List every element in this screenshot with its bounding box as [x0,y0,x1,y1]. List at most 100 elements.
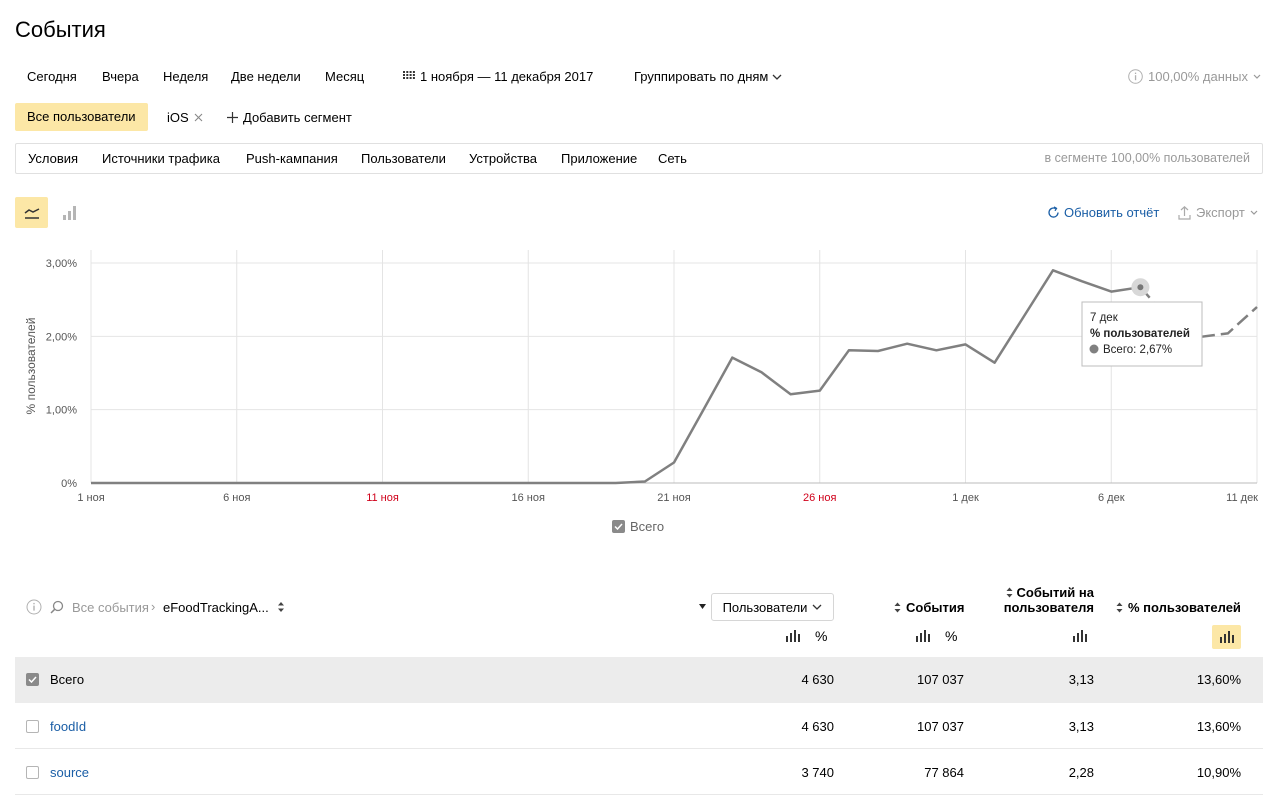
row-pct-users: 10,90% [1196,765,1241,780]
breadcrumb-root[interactable]: Все события [72,600,149,615]
column-chart-toggle-active[interactable] [1212,625,1241,649]
tab-conditions[interactable]: Условия [28,151,78,166]
row-events: 107 037 [917,719,964,734]
y-tick-label: 3,00% [46,258,77,270]
check-icon [614,523,623,530]
tab-application[interactable]: Приложение [561,151,637,166]
period-month[interactable]: Месяц [325,69,364,84]
tab-devices[interactable]: Устройства [469,151,537,166]
y-tick-label: 1,00% [46,405,77,417]
y-tick-label: 2,00% [46,331,77,343]
group-by-label: Группировать по дням [634,69,769,84]
refresh-report-button[interactable]: Обновить отчёт [1047,205,1159,220]
column-percent-toggle[interactable]: % [945,628,957,644]
page-title: События [15,17,106,42]
row-events-per-user: 2,28 [1068,765,1094,780]
row-users: 3 740 [801,765,834,780]
table-row[interactable]: source 3 740 77 864 2,28 10,90% [15,749,1263,795]
x-tick-label: 6 ноя [223,492,250,504]
breadcrumb-separator: › [151,599,156,614]
add-segment-button[interactable]: Добавить сегмент [227,110,352,125]
chevron-down-icon [772,74,782,80]
x-tick-label: 1 ноя [77,492,104,504]
column-percent-toggle[interactable]: % [815,628,827,644]
tab-push-campaign[interactable]: Push-кампания [246,151,338,166]
search-icon[interactable] [50,600,64,614]
group-by-dropdown[interactable]: Группировать по дням [634,69,782,84]
metric-select[interactable]: Пользователи [711,593,834,621]
row-events: 107 037 [917,672,964,687]
export-dropdown[interactable]: Экспорт [1178,205,1258,220]
tooltip-value: Всего: 2,67% [1103,344,1172,356]
row-users: 4 630 [801,719,834,734]
tooltip-series-marker [1089,344,1099,354]
sort-icon [1006,587,1013,598]
table-row[interactable]: Всего 4 630 107 037 3,13 13,60% [15,657,1263,703]
segment-ios[interactable]: iOS [167,110,203,125]
date-range-picker[interactable]: 1 ноября — 11 декабря 2017 [403,69,593,84]
segment-ios-label: iOS [167,110,189,125]
line-chart-toggle[interactable] [15,197,48,228]
chevron-down-icon [1253,74,1261,79]
tab-traffic-sources[interactable]: Источники трафика [102,151,220,166]
x-tick-label: 16 ноя [512,492,545,504]
period-week[interactable]: Неделя [163,69,208,84]
breadcrumb-current[interactable]: eFoodTrackingA... [163,600,269,615]
y-tick-label: 0% [61,478,77,490]
close-icon[interactable] [194,113,203,122]
column-events[interactable]: События [894,600,964,615]
hover-point [1137,284,1144,291]
line-chart: 0% 1,00% 2,00% 3,00% 1 ноя 6 ноя 11 ноя 16 ноя 2… [24,250,1258,504]
period-yesterday[interactable]: Вчера [102,69,139,84]
x-tick-label: 11 дек [1226,492,1258,504]
x-tick-label: 11 ноя [366,492,399,504]
table-row[interactable]: foodId 4 630 107 037 3,13 13,60% [15,703,1263,749]
date-range-label: 1 ноября — 11 декабря 2017 [420,69,594,84]
info-icon[interactable] [26,599,42,615]
segment-all-users[interactable]: Все пользователи [15,103,148,131]
legend-item-total[interactable]: Всего [612,519,664,534]
upload-icon [1178,205,1191,220]
data-sample-label: 100,00% данных [1148,69,1248,84]
plus-icon [227,112,238,123]
row-checkbox[interactable] [26,766,39,779]
row-events: 77 864 [924,765,964,780]
sort-icon [894,602,901,613]
add-segment-label: Добавить сегмент [243,110,352,125]
line-chart-icon [24,207,39,219]
column-chart-icon[interactable] [916,630,930,642]
refresh-report-label: Обновить отчёт [1064,205,1160,220]
column-events-label: События [906,600,965,615]
row-users: 4 630 [801,672,834,687]
row-pct-users: 13,60% [1196,719,1241,734]
column-events-per-user[interactable]: Событий на пользователя [1002,585,1094,615]
column-pct-users-label: % пользователей [1128,600,1241,615]
sort-icon[interactable] [277,601,285,613]
row-name-link[interactable]: foodId [50,719,86,734]
period-today[interactable]: Сегодня [27,69,77,84]
row-events-per-user: 3,13 [1068,672,1094,687]
period-two-weeks[interactable]: Две недели [231,69,301,84]
chevron-down-icon [1250,210,1258,215]
row-name-link[interactable]: source [50,765,89,780]
check-icon [28,676,37,683]
tooltip-metric: % пользователей [1090,328,1190,340]
bar-chart-toggle[interactable] [53,197,86,228]
column-chart-icon [1219,631,1234,643]
refresh-icon [1048,206,1059,218]
row-checkbox[interactable] [26,673,39,686]
chevron-down-icon [812,604,822,610]
data-sample-dropdown[interactable]: 100,00% данных [1128,69,1261,84]
legend-checkbox[interactable] [612,520,625,533]
column-chart-icon[interactable] [1073,630,1087,642]
segment-info: в сегменте 100,00% пользователей [1044,151,1250,165]
tab-users[interactable]: Пользователи [361,151,446,166]
column-pct-users[interactable]: % пользователей [1116,600,1241,615]
legend-label: Всего [630,519,665,534]
row-checkbox[interactable] [26,720,39,733]
sort-icon [1116,602,1123,613]
row-events-per-user: 3,13 [1068,719,1094,734]
sort-desc-icon[interactable] [699,604,706,609]
column-chart-icon[interactable] [786,630,800,642]
tab-network[interactable]: Сеть [658,151,687,166]
